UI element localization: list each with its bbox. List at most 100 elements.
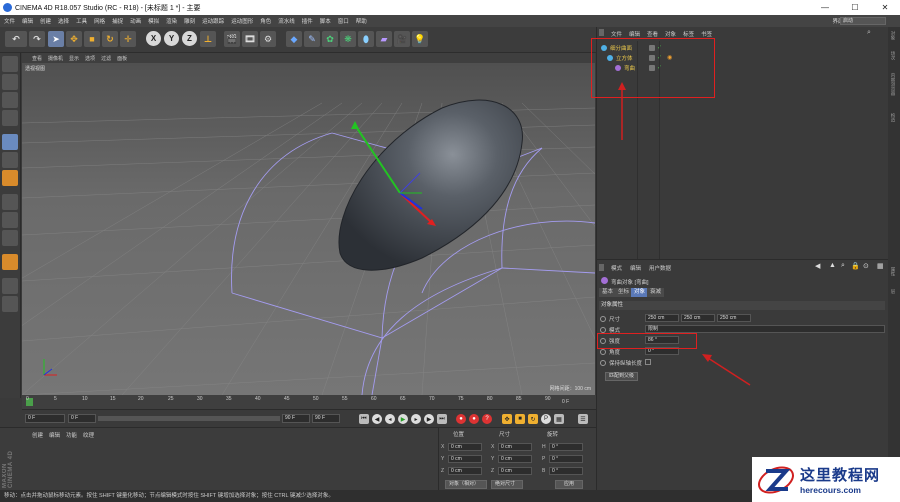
material-menu-texture[interactable]: 纹理 [83,431,94,439]
viewport-menu-panel[interactable]: 面板 [117,55,127,62]
coord-mode-select[interactable]: 对象（相对） [445,480,487,489]
render-picture-viewer-icon[interactable]: 🎞 [242,31,258,47]
polygons-mode-icon[interactable] [2,170,18,186]
menu-help[interactable]: 帮助 [356,17,367,25]
menu-mesh[interactable]: 网格 [94,17,105,25]
timeline-settings-icon[interactable]: ☰ [578,414,588,424]
prev-frame-icon[interactable]: ◂ [385,414,395,424]
edges-mode-icon[interactable] [2,152,18,168]
menu-character[interactable]: 角色 [260,17,271,25]
coord-rot-p-field[interactable]: 0 ° [549,455,583,463]
menu-mograph[interactable]: 运动图形 [231,17,253,25]
snap-icon[interactable] [2,230,18,246]
object-menu-view[interactable]: 查看 [647,30,658,38]
undo-icon[interactable]: ↶ [5,31,27,47]
render-view-icon[interactable]: 🎬 [224,31,240,47]
viewport-menu-cameras[interactable]: 摄像机 [48,55,63,62]
solo-icon[interactable] [2,254,18,270]
end-frame-field[interactable]: 90 F [312,414,340,423]
start-frame-field[interactable]: 0 F [25,414,65,423]
preview-range-slider[interactable] [98,416,280,421]
coord-rot-b-field[interactable]: 0 ° [549,467,583,475]
menu-motion-tracking[interactable]: 运动跟踪 [202,17,224,25]
coord-size-mode-select[interactable]: 绝对尺寸 [491,480,523,489]
make-editable-icon[interactable] [2,56,18,72]
pen-spline-icon[interactable]: ✎ [304,31,320,47]
menu-edit[interactable]: 编辑 [22,17,33,25]
object-menu-bookmarks[interactable]: 书签 [701,30,712,38]
render-settings-icon[interactable]: ⚙ [260,31,276,47]
viewport-menu-view[interactable]: 查看 [32,55,42,62]
viewport-menu-filter[interactable]: 过滤 [101,55,111,62]
goto-start-icon[interactable]: ⏮ [359,414,369,424]
minimize-button[interactable]: — [810,0,840,15]
light-icon[interactable]: 💡 [412,31,428,47]
menu-sculpt[interactable]: 雕刻 [184,17,195,25]
menu-create[interactable]: 创建 [40,17,51,25]
lock-workplane-icon[interactable] [2,296,18,312]
nav-back-icon[interactable]: ◀ [815,262,820,270]
right-tab-content-browser[interactable]: 内容浏览器 [890,73,896,96]
rot-key-icon[interactable]: ↻ [528,414,538,424]
param-key-icon[interactable]: P [541,414,551,424]
coord-pos-z-field[interactable]: 0 cm [448,467,482,475]
auto-key-icon[interactable]: ● [469,414,479,424]
tweak-mode-icon[interactable] [2,212,18,228]
z-axis-icon[interactable]: Z [182,31,197,46]
scale-key-icon[interactable]: ■ [515,414,525,424]
goto-end-icon[interactable]: ⏭ [437,414,447,424]
menu-script[interactable]: 脚本 [320,17,331,25]
model-mode-icon[interactable] [2,74,18,90]
object-menu-tags[interactable]: 标签 [683,30,694,38]
lock-icon[interactable]: 🔒 [851,262,860,270]
menu-file[interactable]: 文件 [4,17,15,25]
menu-select[interactable]: 选择 [58,17,69,25]
axis-mode-icon[interactable] [2,194,18,210]
nurbs-icon[interactable]: ✿ [322,31,338,47]
right-tab-attributes[interactable]: 属性 [890,267,896,276]
material-menu-function[interactable]: 功能 [66,431,77,439]
rotate-icon[interactable]: ↻ [102,31,118,47]
maximize-button[interactable]: ☐ [840,0,870,15]
right-tab-takes[interactable]: 场次 [890,51,896,60]
next-key-icon[interactable]: ▶ [424,414,434,424]
coord-size-z-field[interactable]: 0 cm [498,467,532,475]
menu-pipeline[interactable]: 流水线 [278,17,295,25]
coord-pos-y-field[interactable]: 0 cm [448,455,482,463]
right-tab-structure[interactable]: 构造 [890,113,896,122]
object-menu-objects[interactable]: 对象 [665,30,676,38]
coord-apply-button[interactable]: 应用 [555,480,583,489]
cube-icon[interactable]: ◆ [286,31,302,47]
menu-simulate[interactable]: 模拟 [148,17,159,25]
menu-snap[interactable]: 捕捉 [112,17,123,25]
scale-icon[interactable]: ■ [84,31,100,47]
camera-icon[interactable]: 🎥 [394,31,410,47]
right-tab-layers[interactable]: 层 [890,289,896,294]
points-mode-icon[interactable] [2,134,18,150]
object-menu-edit[interactable]: 编辑 [629,30,640,38]
preview-start-field[interactable]: 0 F [68,414,96,423]
panel-menu-icon[interactable]: ▦ [877,262,884,270]
search-icon[interactable]: ⌕ [841,262,845,270]
workplane-icon[interactable] [2,110,18,126]
menu-window[interactable]: 窗口 [338,17,349,25]
nav-up-icon[interactable]: ▲ [829,262,836,269]
next-frame-icon[interactable]: ▸ [411,414,421,424]
perspective-viewport[interactable]: 透视视图 网格间距：100 cm [22,63,595,395]
layout-select[interactable]: 启动 [840,17,886,25]
menu-animate[interactable]: 动画 [130,17,141,25]
right-tab-objects[interactable]: 对象 [890,31,896,40]
viewport-menu-options[interactable]: 选项 [85,55,95,62]
y-axis-icon[interactable]: Y [164,31,179,46]
menu-plugins[interactable]: 插件 [302,17,313,25]
record-keys-icon[interactable]: ● [456,414,466,424]
new-manager-icon[interactable]: ⊙ [863,262,869,270]
move-icon[interactable]: ✥ [66,31,82,47]
coord-pos-x-field[interactable]: 0 cm [448,443,482,451]
preview-end-field[interactable]: 90 F [282,414,310,423]
coordinate-system-icon[interactable]: ⊥ [200,31,216,47]
deformer-icon[interactable]: ⬮ [358,31,374,47]
redo-icon[interactable]: ↷ [29,31,45,47]
play-icon[interactable]: ▶ [398,414,408,424]
recent-tool-icon[interactable]: ✛ [120,31,136,47]
